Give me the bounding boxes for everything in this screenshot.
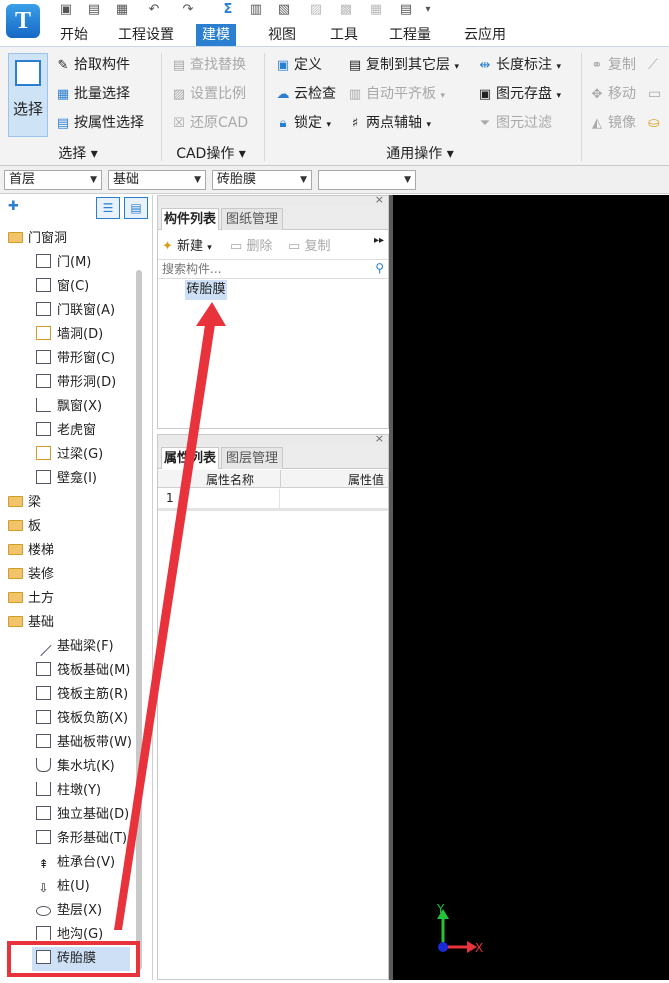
annotation-arrow-shaft xyxy=(114,318,216,930)
annotation-arrow-head xyxy=(196,302,226,326)
annotation-overlay xyxy=(114,302,226,930)
annotation-highlight-box xyxy=(7,941,140,977)
